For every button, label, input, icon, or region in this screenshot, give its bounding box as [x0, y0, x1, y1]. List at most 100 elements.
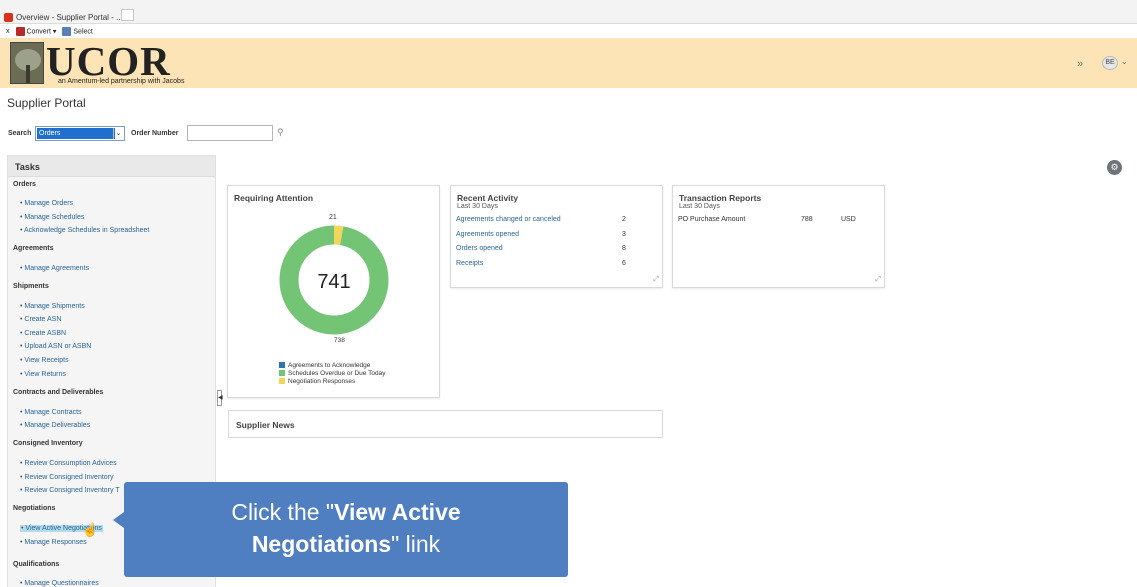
recent-activity-subtitle: Last 30 Days: [457, 203, 498, 210]
activity-link[interactable]: Agreements changed or canceled: [456, 216, 561, 223]
browser-tab[interactable]: Overview - Supplier Portal - ... ×: [4, 10, 134, 24]
task-link-manage-agreements[interactable]: Manage Agreements: [20, 265, 89, 272]
report-row: PO Purchase Amount 788 USD: [678, 216, 878, 223]
chevron-down-icon[interactable]: ⌄: [113, 128, 123, 139]
convert-button[interactable]: Convert ▾: [15, 26, 56, 36]
select-button[interactable]: Select: [62, 26, 93, 36]
report-currency: USD: [841, 216, 856, 223]
transaction-reports-title: Transaction Reports: [679, 193, 762, 203]
task-link-review-consumption-advices[interactable]: Review Consumption Advices: [20, 460, 116, 467]
task-link-manage-schedules[interactable]: Manage Schedules: [20, 214, 84, 221]
user-menu-chevron-icon[interactable]: ⌄: [1121, 57, 1128, 66]
recent-activity-title: Recent Activity: [457, 193, 519, 203]
activity-count: 2: [622, 216, 626, 223]
hand-cursor-icon: ☝: [82, 522, 99, 537]
activity-row: Agreements changed or canceled 2: [456, 216, 656, 223]
convert-label: Convert: [26, 27, 51, 35]
task-link-review-consigned-inventory-t[interactable]: Review Consigned Inventory T: [20, 487, 119, 494]
page-title: Supplier Portal: [7, 96, 86, 110]
transaction-reports-subtitle: Last 30 Days: [679, 203, 720, 210]
task-link-upload-asn[interactable]: Upload ASN or ASBN: [20, 343, 91, 350]
search-label: Search: [8, 130, 32, 137]
task-section-negotiations: Negotiations: [13, 505, 56, 512]
legend-swatch: [279, 370, 285, 377]
report-amount: 788: [801, 216, 813, 223]
task-section-contracts: Contracts and Deliverables: [13, 389, 104, 396]
new-tab-button[interactable]: [121, 9, 134, 21]
tutorial-callout: Click the "View Active Negotiations" lin…: [113, 482, 568, 577]
legend-label: Schedules Overdue or Due Today: [288, 370, 386, 377]
activity-count: 8: [622, 245, 626, 252]
callout-text-1: Click the ": [231, 499, 335, 525]
activity-link[interactable]: Agreements opened: [456, 231, 519, 238]
donut-label-bottom: 738: [334, 337, 345, 344]
task-section-qualifications: Qualifications: [13, 561, 60, 568]
task-link-manage-contracts[interactable]: Manage Contracts: [20, 409, 81, 416]
resize-icon[interactable]: ⤢: [653, 276, 659, 284]
task-link-manage-shipments[interactable]: Manage Shipments: [20, 303, 84, 310]
logo-tree-icon: [10, 42, 44, 84]
activity-link[interactable]: Orders opened: [456, 245, 503, 252]
activity-count: 3: [622, 231, 626, 238]
legend-swatch: [279, 362, 285, 369]
requiring-attention-donut[interactable]: 741: [278, 224, 390, 336]
callout-bold-1: View Active: [334, 499, 461, 525]
browser-tab-bar: Overview - Supplier Portal - ... ×: [0, 0, 1137, 24]
task-section-agreements: Agreements: [13, 245, 54, 252]
transaction-reports-card: Transaction Reports Last 30 Days PO Purc…: [672, 185, 885, 288]
legend-label: Negotiation Responses: [288, 378, 356, 385]
activity-row: Orders opened 8: [456, 245, 656, 252]
task-section-consigned-inventory: Consigned Inventory: [13, 440, 83, 447]
settings-icon[interactable]: ⚙: [1107, 160, 1122, 175]
task-link-review-consigned-inventory[interactable]: Review Consigned Inventory: [20, 474, 113, 481]
task-link-acknowledge-schedules[interactable]: Acknowledge Schedules in Spreadsheet: [20, 227, 149, 234]
task-section-orders: Orders: [13, 181, 36, 188]
activity-row: Agreements opened 3: [456, 231, 656, 238]
convert-icon: [15, 26, 25, 36]
supplier-news-card: Supplier News: [228, 410, 663, 438]
callout-text-2: " link: [391, 531, 441, 557]
activity-row: Receipts 6: [456, 260, 656, 267]
legend-item-negotiations[interactable]: Negotiation Responses: [279, 378, 355, 385]
task-link-manage-deliverables[interactable]: Manage Deliverables: [20, 422, 90, 429]
toolbar-close-icon[interactable]: x: [6, 28, 10, 35]
supplier-news-title: Supplier News: [236, 420, 295, 430]
task-section-shipments: Shipments: [13, 283, 49, 290]
report-label: PO Purchase Amount: [678, 216, 746, 223]
legend-item-agreements[interactable]: Agreements to Acknowledge: [279, 362, 370, 369]
browser-toolbar: x Convert ▾ Select: [0, 24, 1137, 38]
requiring-attention-title: Requiring Attention: [234, 193, 314, 203]
task-link-view-receipts[interactable]: View Receipts: [20, 357, 68, 364]
tasks-header: Tasks: [8, 156, 215, 177]
legend-item-schedules[interactable]: Schedules Overdue or Due Today: [279, 370, 385, 377]
browser-tab-title: Overview - Supplier Portal - ...: [16, 12, 123, 22]
task-link-manage-questionnaires[interactable]: Manage Questionnaires: [20, 580, 98, 587]
donut-label-top: 21: [329, 214, 337, 221]
task-link-create-asn[interactable]: Create ASN: [20, 316, 61, 323]
browser-page-icon: [4, 12, 13, 22]
order-number-label: Order Number: [131, 130, 179, 137]
user-avatar[interactable]: BE: [1102, 56, 1118, 70]
activity-link[interactable]: Receipts: [456, 260, 483, 267]
search-category-select[interactable]: Orders ⌄: [35, 126, 125, 141]
select-label: Select: [73, 27, 93, 35]
task-link-manage-responses[interactable]: Manage Responses: [20, 539, 86, 546]
activity-count: 6: [622, 260, 626, 267]
requiring-attention-card: Requiring Attention 21 741 738 Agreement…: [227, 185, 440, 398]
search-category-value: Orders: [37, 128, 115, 139]
task-link-manage-orders[interactable]: Manage Orders: [20, 200, 73, 207]
legend-swatch: [279, 378, 285, 385]
expand-icon[interactable]: »: [1077, 58, 1083, 70]
recent-activity-card: Recent Activity Last 30 Days Agreements …: [450, 185, 663, 288]
search-icon[interactable]: ⚲: [277, 127, 289, 139]
panel-collapse-handle[interactable]: ◀: [217, 390, 223, 406]
task-link-create-asbn[interactable]: Create ASBN: [20, 330, 66, 337]
resize-icon[interactable]: ⤢: [875, 276, 881, 284]
task-link-view-returns[interactable]: View Returns: [20, 371, 66, 378]
select-icon: [62, 26, 72, 36]
order-number-input[interactable]: [187, 125, 273, 141]
logo-subtitle: an Amentum-led partnership with Jacobs: [58, 78, 185, 85]
legend-label: Agreements to Acknowledge: [288, 362, 371, 369]
callout-bold-2: Negotiations: [251, 531, 392, 557]
donut-total: 741: [317, 271, 350, 293]
